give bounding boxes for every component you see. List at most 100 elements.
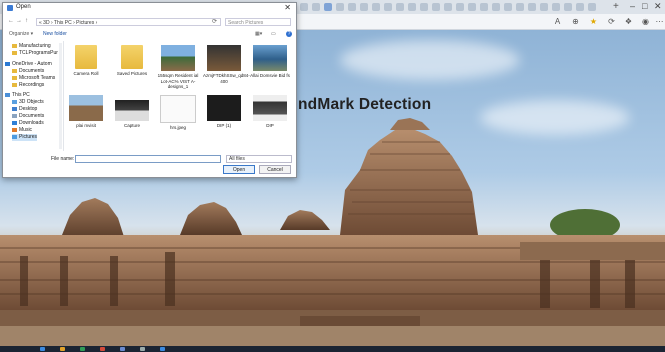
help-icon[interactable]: ?	[286, 31, 292, 37]
nav-item[interactable]: Manufacturing	[12, 43, 51, 50]
tab-favicon[interactable]	[396, 3, 404, 11]
nav-item[interactable]: 3D Objects	[12, 99, 44, 106]
tab-favicon[interactable]	[312, 3, 320, 11]
tab-favicon[interactable]	[468, 3, 476, 11]
down-icon	[12, 120, 17, 125]
new-tab-icon[interactable]: +	[613, 1, 619, 12]
cancel-button[interactable]: Cancel	[259, 165, 291, 174]
image-thumbnail	[160, 95, 196, 123]
menu-icon[interactable]: ⋯	[655, 17, 664, 26]
organize-button[interactable]: Organize ▾	[9, 31, 33, 37]
nav-item[interactable]: Music	[12, 127, 32, 134]
file-name: plai mvisit	[76, 123, 96, 128]
folder-icon	[12, 82, 17, 87]
back-icon[interactable]: ←	[8, 18, 14, 24]
tab-favicon[interactable]	[480, 3, 488, 11]
nav-item-label: TCLProgramsPur	[19, 50, 58, 56]
tab-favicon[interactable]	[348, 3, 356, 11]
nav-item[interactable]: This PC	[5, 92, 30, 99]
tab-favicon[interactable]	[552, 3, 560, 11]
nav-item-label: 3D Objects	[19, 99, 44, 105]
tab-favicon[interactable]	[444, 3, 452, 11]
file-name: Camera Roll	[73, 71, 99, 76]
nav-item[interactable]: Downloads	[12, 120, 44, 127]
file-item[interactable]: AzmjFTDkhSSw_qd84-400	[203, 45, 250, 84]
open-button[interactable]: Open	[223, 165, 255, 174]
file-item[interactable]: hrs.jpeg	[157, 95, 199, 131]
file-item[interactable]: Capture	[111, 95, 153, 129]
nav-item[interactable]: Pictures	[12, 134, 38, 141]
file-item[interactable]: plai mvisit	[65, 95, 107, 129]
tab-favicon[interactable]	[516, 3, 524, 11]
nav-item[interactable]: Recordings	[12, 82, 44, 89]
pics-icon	[12, 134, 17, 139]
taskbar-app-icon[interactable]	[140, 347, 145, 351]
new-folder-button[interactable]: New folder	[43, 31, 67, 37]
tab-favicon[interactable]	[372, 3, 380, 11]
nav-item[interactable]: OneDrive - Autom	[5, 61, 52, 68]
tab-favicon[interactable]	[504, 3, 512, 11]
nav-item[interactable]: Documents	[12, 113, 44, 120]
file-item[interactable]: Allai Domsvie Bid fs	[249, 45, 291, 79]
view-options-icon[interactable]: ▦▾	[255, 31, 262, 37]
tab-favicon[interactable]	[360, 3, 368, 11]
folder-icon	[75, 45, 97, 69]
tab-favicon[interactable]	[456, 3, 464, 11]
tab-favicon[interactable]	[300, 3, 308, 11]
favorite-icon[interactable]: ★	[589, 17, 598, 26]
tab-favicon[interactable]	[432, 3, 440, 11]
filename-input[interactable]	[75, 155, 221, 163]
tab-icons	[300, 3, 596, 11]
refresh-icon[interactable]: ⟳	[212, 18, 217, 25]
taskbar-app-icon[interactable]	[120, 347, 125, 351]
tab-favicon[interactable]	[384, 3, 392, 11]
extension-icon[interactable]: ⊕	[571, 17, 580, 26]
tab-favicon[interactable]	[528, 3, 536, 11]
nav-item[interactable]: Documents	[12, 68, 44, 75]
close-window-icon[interactable]: ✕	[654, 1, 662, 12]
tab-favicon[interactable]	[492, 3, 500, 11]
close-icon[interactable]: ✕	[284, 3, 291, 12]
forward-icon[interactable]: →	[16, 18, 22, 24]
taskbar-app-icon[interactable]	[160, 347, 165, 351]
address-bar[interactable]: « 3D › This PC › Pictures ›	[36, 18, 221, 26]
nav-item[interactable]: Desktop	[12, 106, 37, 113]
file-item[interactable]: DIP (1)	[203, 95, 245, 129]
nav-item[interactable]: TCLProgramsPur	[12, 50, 58, 57]
refresh-icon[interactable]: ⟳	[607, 17, 616, 26]
tab-favicon[interactable]	[336, 3, 344, 11]
taskbar-app-icon[interactable]	[40, 347, 45, 351]
file-item[interactable]: 155sqm Resident ial Lot-AC% VIST A-desig…	[157, 45, 199, 90]
folder-icon	[121, 45, 143, 69]
filename-row: File name: All files	[3, 153, 296, 165]
navigation-scrollbar[interactable]	[59, 43, 62, 149]
taskbar-app-icon[interactable]	[80, 347, 85, 351]
maximize-icon[interactable]: □	[642, 1, 647, 11]
font-size-icon[interactable]: A	[553, 17, 562, 26]
taskbar-app-icon[interactable]	[100, 347, 105, 351]
nav-item-label: OneDrive - Autom	[12, 61, 52, 67]
tab-favicon[interactable]	[576, 3, 584, 11]
file-item[interactable]: Camera Roll	[65, 45, 107, 77]
command-bar: Organize ▾ New folder ▦▾ ▭ ?	[3, 30, 296, 40]
preview-pane-icon[interactable]: ▭	[271, 31, 276, 37]
tab-favicon[interactable]	[564, 3, 572, 11]
profile-icon[interactable]: ◉	[641, 17, 650, 26]
file-type-select[interactable]: All files	[226, 155, 292, 163]
tab-favicon[interactable]	[588, 3, 596, 11]
file-item[interactable]: Saved Pictures	[111, 45, 153, 77]
file-name: Capture	[123, 123, 140, 128]
up-icon[interactable]: ↑	[25, 18, 28, 24]
address-row: ← → ↑ « 3D › This PC › Pictures › ⟳ Sear…	[3, 16, 296, 29]
taskbar-app-icon[interactable]	[60, 347, 65, 351]
search-input[interactable]: Search Pictures	[225, 18, 291, 26]
tab-favicon[interactable]	[420, 3, 428, 11]
tab-favicon[interactable]	[408, 3, 416, 11]
nav-item[interactable]: Microsoft Teams	[12, 75, 55, 82]
folder-icon	[12, 43, 17, 48]
collections-icon[interactable]: ❖	[624, 17, 633, 26]
tab-favicon[interactable]	[540, 3, 548, 11]
tab-favicon[interactable]	[324, 3, 332, 11]
minimize-icon[interactable]: –	[630, 1, 635, 11]
file-item[interactable]: DIP	[249, 95, 291, 129]
